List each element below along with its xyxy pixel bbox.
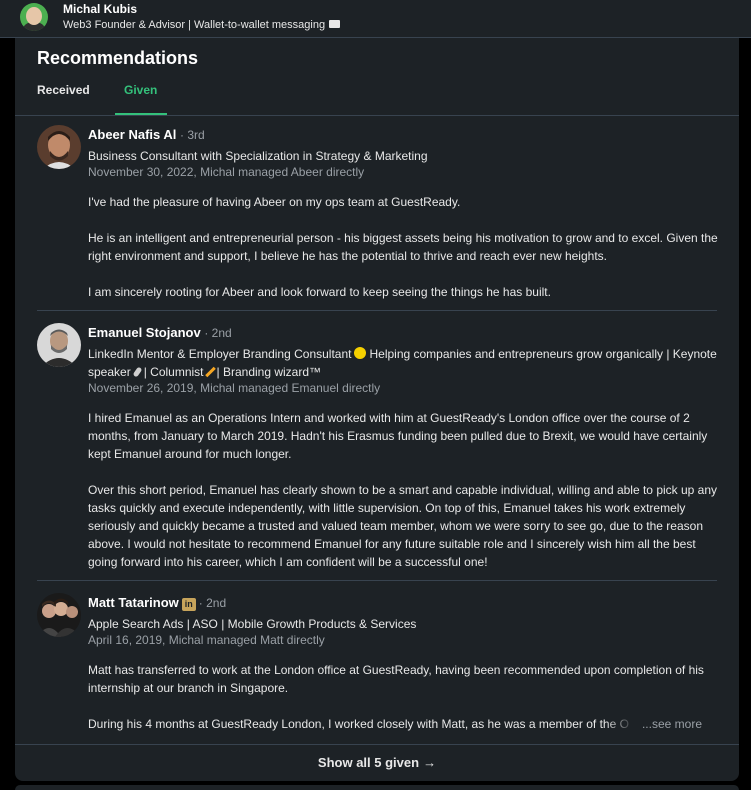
tab-received[interactable]: Received — [37, 83, 90, 97]
pencil-icon — [204, 366, 216, 378]
tab-divider — [15, 115, 739, 116]
show-all-given-button[interactable]: Show all 5 given → — [15, 745, 739, 781]
profile-avatar[interactable] — [20, 3, 48, 31]
recommender-headline: Apple Search Ads | ASO | Mobile Growth P… — [88, 617, 417, 631]
recommendation-divider — [37, 310, 717, 311]
yellow-circle-icon — [354, 347, 367, 359]
truncated-paragraph: During his 4 months at GuestReady London… — [88, 717, 629, 731]
recommender-name[interactable]: Matt Tatarinow — [88, 595, 179, 610]
avatar[interactable] — [37, 593, 81, 637]
profile-top-bar: Michal Kubis Web3 Founder & Advisor | Wa… — [0, 0, 751, 38]
recommendation-paragraph: Matt has transferred to work at the Lond… — [88, 663, 704, 695]
avatar[interactable] — [37, 125, 81, 169]
tab-given[interactable]: Given — [124, 83, 157, 97]
show-all-label: Show all 5 given — [317, 755, 420, 770]
recommendation-paragraph: He is an intelligent and entrepreneurial… — [88, 231, 718, 263]
recommender-headline: Business Consultant with Specialization … — [88, 149, 428, 163]
recommender-name[interactable]: Abeer Nafis Al — [88, 127, 176, 142]
recommendation-text: I've had the pleasure of having Abeer on… — [88, 193, 723, 301]
recommender-headline: LinkedIn Mentor & Employer Branding Cons… — [88, 345, 718, 381]
microphone-icon — [132, 366, 143, 378]
recommendation-text: Matt has transferred to work at the Lond… — [88, 661, 723, 733]
recommendation-paragraph: Over this short period, Emanuel has clea… — [88, 483, 718, 569]
arrow-right-icon: → — [423, 755, 437, 770]
connection-degree: · 3rd — [180, 128, 205, 142]
recommendations-card: Recommendations Received Given Abeer Naf… — [15, 38, 739, 781]
recommendation-paragraph: I've had the pleasure of having Abeer on… — [88, 195, 461, 209]
linkedin-premium-icon: in — [181, 598, 196, 611]
recommendation-divider — [37, 580, 717, 581]
recommendation-meta: November 30, 2022, Michal managed Abeer … — [88, 165, 365, 179]
recommendation-meta: April 16, 2019, Michal managed Matt dire… — [88, 633, 325, 647]
section-title: Recommendations — [37, 48, 199, 68]
recommendation-paragraph: I hired Emanuel as an Operations Intern … — [88, 411, 708, 461]
next-section-edge — [15, 785, 739, 790]
recommendation-paragraph: During his 4 months at GuestReady London… — [88, 715, 723, 733]
headline-part: | Columnist — [143, 365, 204, 379]
see-more-button[interactable]: ...see more — [635, 715, 702, 733]
headline-part: | Branding wizard™ — [216, 365, 322, 379]
connection-degree: · 2nd — [198, 596, 227, 610]
recommendation-paragraph: I am sincerely rooting for Abeer and loo… — [88, 285, 551, 299]
profile-name[interactable]: Michal Kubis — [63, 2, 137, 16]
profile-headline: Web3 Founder & Advisor | Wallet-to-walle… — [63, 19, 341, 31]
text-fade — [605, 715, 635, 733]
envelope-icon — [329, 20, 341, 28]
recommender-name[interactable]: Emanuel Stojanov — [88, 325, 201, 340]
recommendation-text: I hired Emanuel as an Operations Intern … — [88, 409, 723, 571]
recommendation-meta: November 26, 2019, Michal managed Emanue… — [88, 381, 381, 395]
connection-degree: · 2nd — [204, 326, 232, 340]
avatar[interactable] — [37, 323, 81, 367]
profile-headline-text: Web3 Founder & Advisor | Wallet-to-walle… — [63, 19, 326, 31]
headline-part: LinkedIn Mentor & Employer Branding Cons… — [88, 347, 352, 361]
